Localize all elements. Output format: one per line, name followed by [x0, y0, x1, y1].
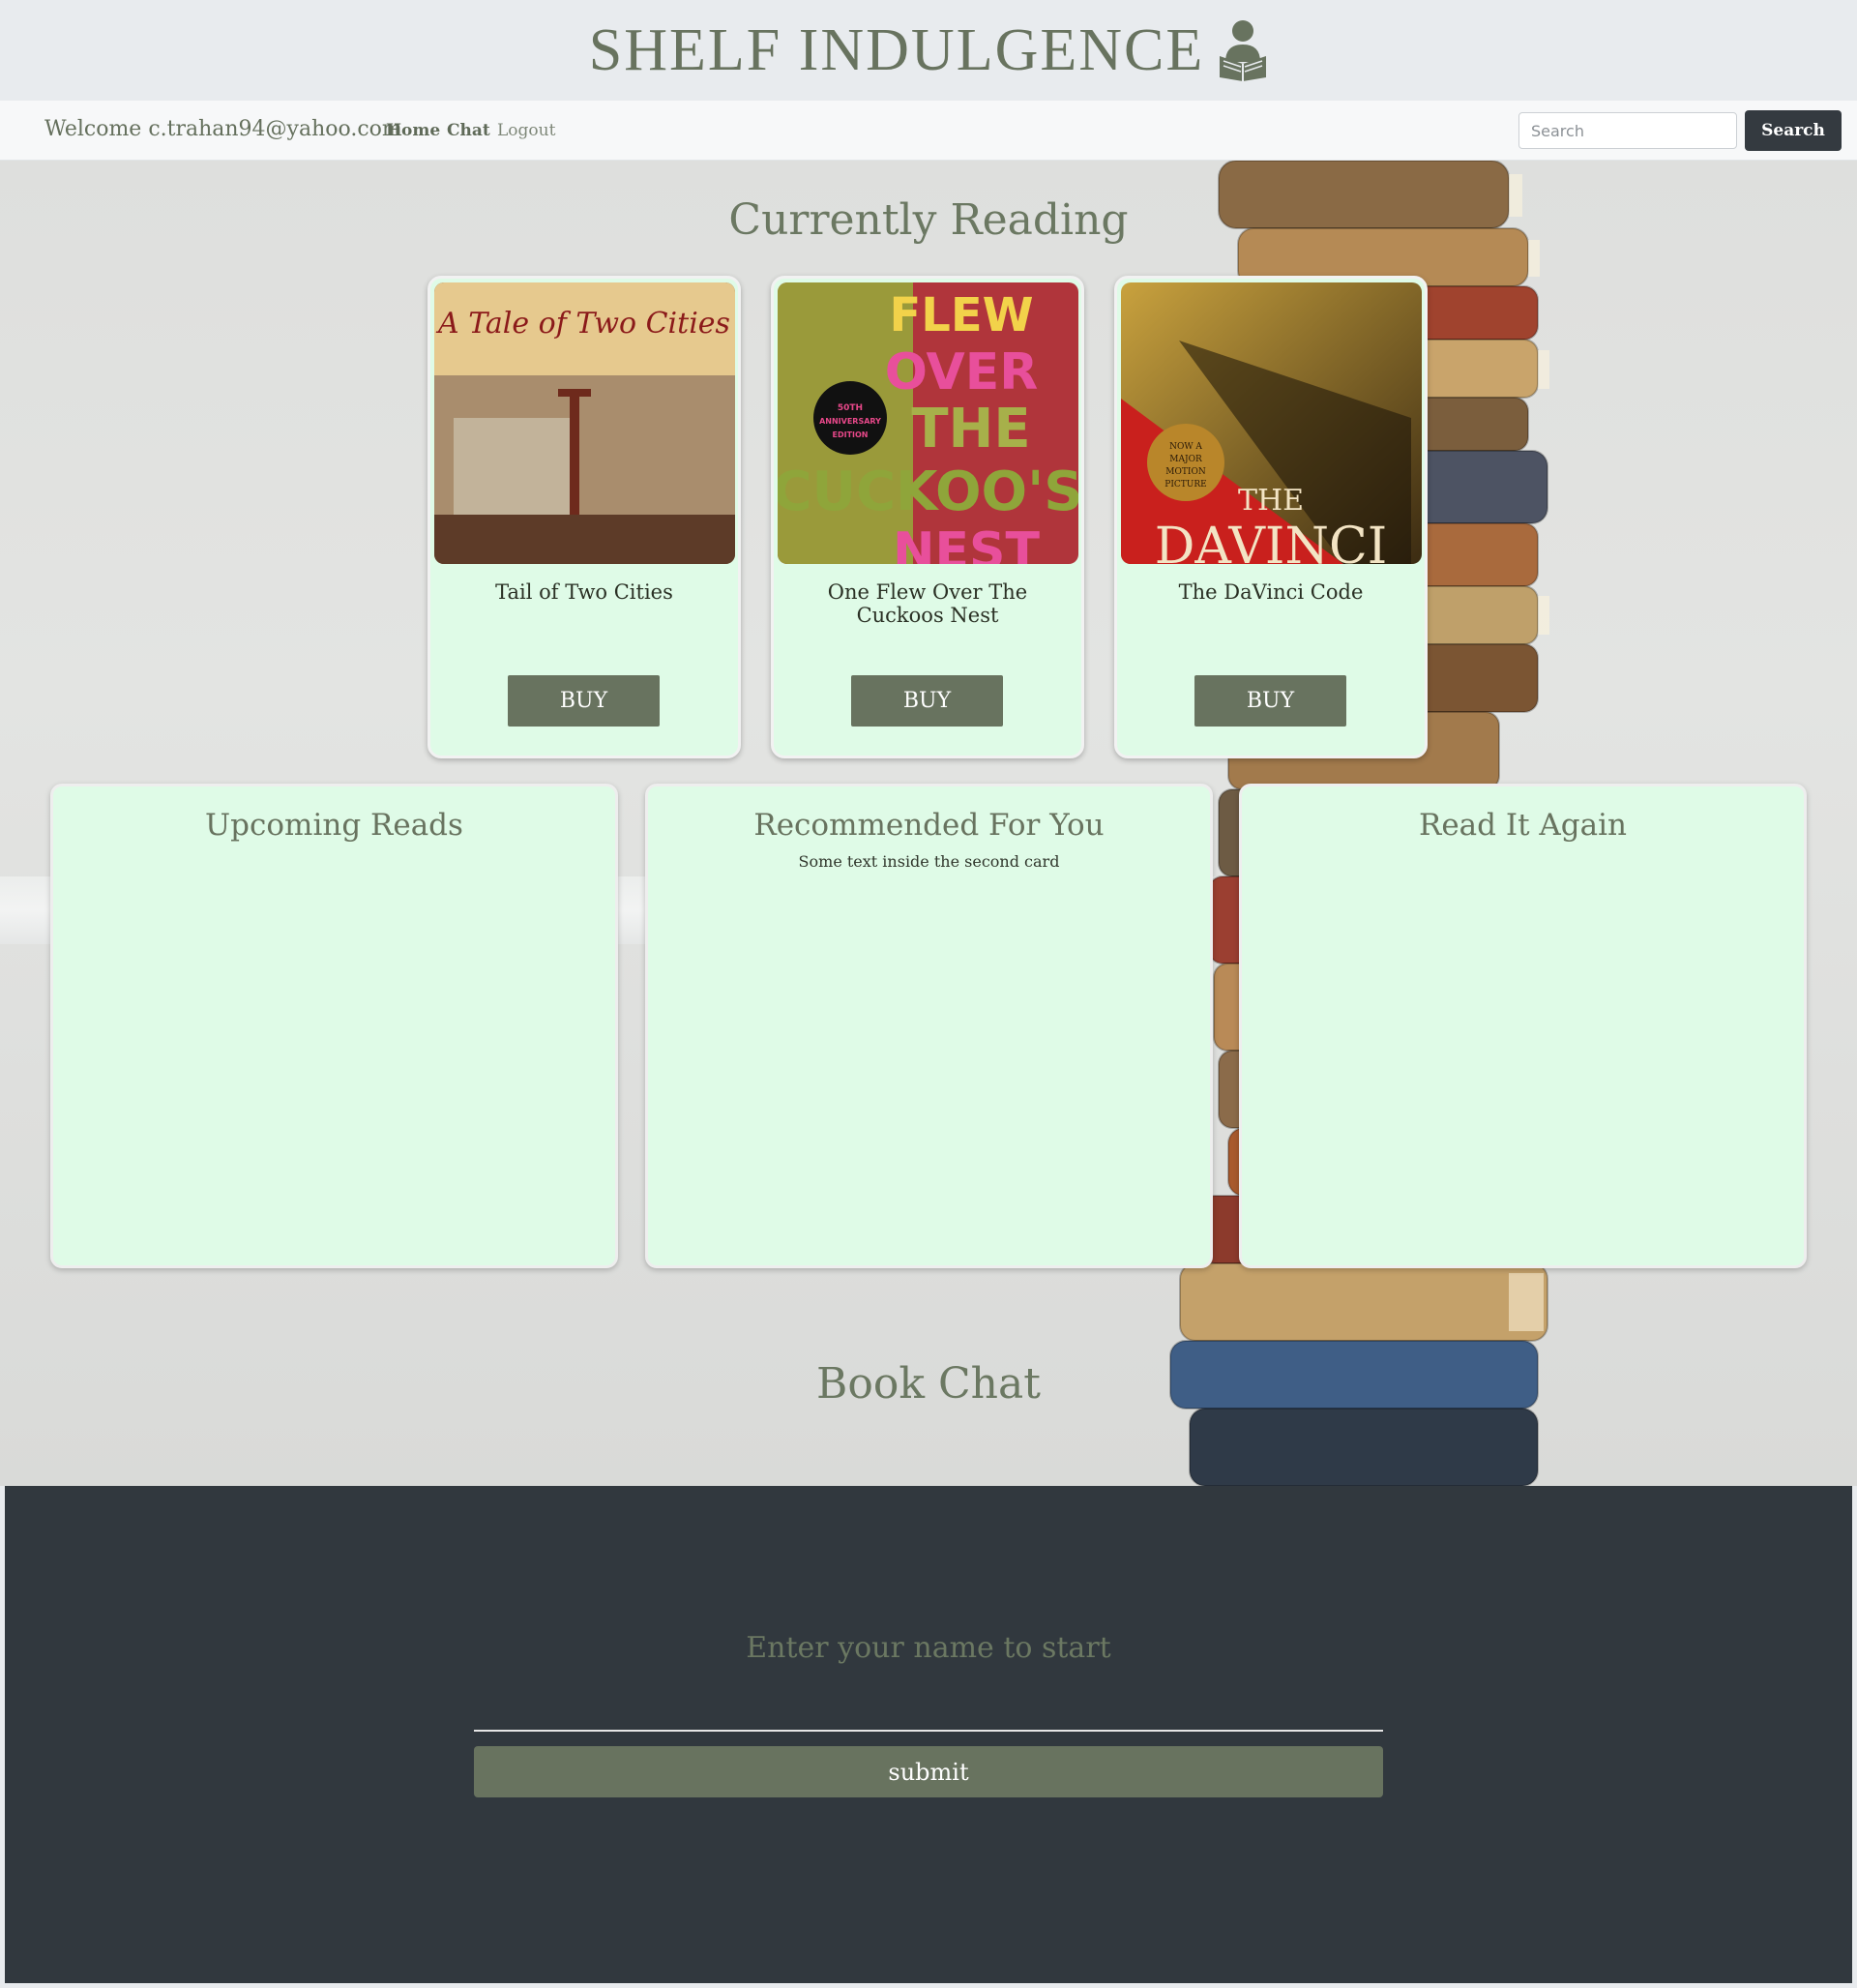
site-header: SHELF INDULGENCE	[0, 0, 1857, 101]
card-title: Recommended For You	[753, 808, 1105, 843]
svg-text:THE: THE	[1238, 484, 1304, 518]
svg-text:EDITION: EDITION	[832, 430, 868, 439]
svg-text:DAVINCI: DAVINCI	[1155, 518, 1388, 564]
buy-button[interactable]: BUY	[851, 675, 1003, 727]
nav-link-home[interactable]: Home	[386, 121, 440, 140]
book-card: 50TH ANNIVERSARY EDITION FLEW OVER THE C…	[771, 276, 1084, 758]
book-card: NOW A MAJOR MOTION PICTURE THE DAVINCI T…	[1114, 276, 1428, 758]
cover-title-text: A Tale of Two Cities	[435, 307, 730, 341]
recommended-card: Recommended For You Some text inside the…	[645, 784, 1213, 1268]
read-it-again-card: Read It Again	[1239, 784, 1807, 1268]
svg-text:MOTION: MOTION	[1165, 467, 1206, 477]
svg-text:50TH: 50TH	[838, 403, 863, 413]
navbar: Welcome c.trahan94@yahoo.com Home Chat L…	[0, 101, 1857, 161]
submit-button[interactable]: submit	[474, 1746, 1383, 1797]
book-chat-heading: Book Chat	[816, 1359, 1041, 1409]
welcome-message: Welcome c.trahan94@yahoo.com	[44, 117, 402, 141]
name-input[interactable]	[474, 1689, 1383, 1732]
svg-text:NEST: NEST	[893, 522, 1040, 564]
reader-with-book-icon	[1220, 20, 1267, 81]
svg-text:FLEW: FLEW	[889, 288, 1033, 342]
buy-button[interactable]: BUY	[508, 675, 660, 727]
svg-text:CUCKOO'S: CUCKOO'S	[778, 460, 1078, 523]
book-cover-image: 50TH ANNIVERSARY EDITION FLEW OVER THE C…	[778, 282, 1078, 564]
search-input[interactable]	[1518, 112, 1737, 149]
nav-link-logout[interactable]: Logout	[497, 121, 555, 140]
book-title: Tail of Two Cities	[495, 580, 673, 604]
buy-button[interactable]: BUY	[1194, 675, 1346, 727]
book-title: One Flew Over The Cuckoos Nest	[827, 580, 1028, 627]
nav-link-chat[interactable]: Chat	[447, 121, 490, 140]
search-button[interactable]: Search	[1745, 110, 1842, 151]
book-cover-image: A Tale of Two Cities	[434, 282, 735, 564]
svg-text:PICTURE: PICTURE	[1164, 480, 1206, 490]
book-title: The DaVinci Code	[1178, 580, 1364, 604]
chat-prompt: Enter your name to start	[746, 1631, 1111, 1665]
card-title: Upcoming Reads	[205, 808, 463, 843]
svg-text:ANNIVERSARY: ANNIVERSARY	[819, 417, 881, 426]
currently-reading-heading: Currently Reading	[728, 195, 1129, 245]
svg-text:NOW A: NOW A	[1169, 442, 1202, 452]
site-title: SHELF INDULGENCE	[588, 16, 1205, 83]
card-title: Read It Again	[1418, 808, 1628, 843]
card-text: Some text inside the second card	[798, 852, 1060, 871]
upcoming-reads-card: Upcoming Reads	[50, 784, 618, 1268]
svg-text:THE: THE	[911, 398, 1030, 460]
svg-text:MAJOR: MAJOR	[1169, 455, 1202, 464]
chat-section: Enter your name to start submit	[5, 1486, 1852, 1983]
book-cover-image: NOW A MAJOR MOTION PICTURE THE DAVINCI	[1121, 282, 1422, 564]
book-card: A Tale of Two Cities Tail of Two Cities …	[427, 276, 741, 758]
svg-text:OVER: OVER	[885, 343, 1039, 401]
